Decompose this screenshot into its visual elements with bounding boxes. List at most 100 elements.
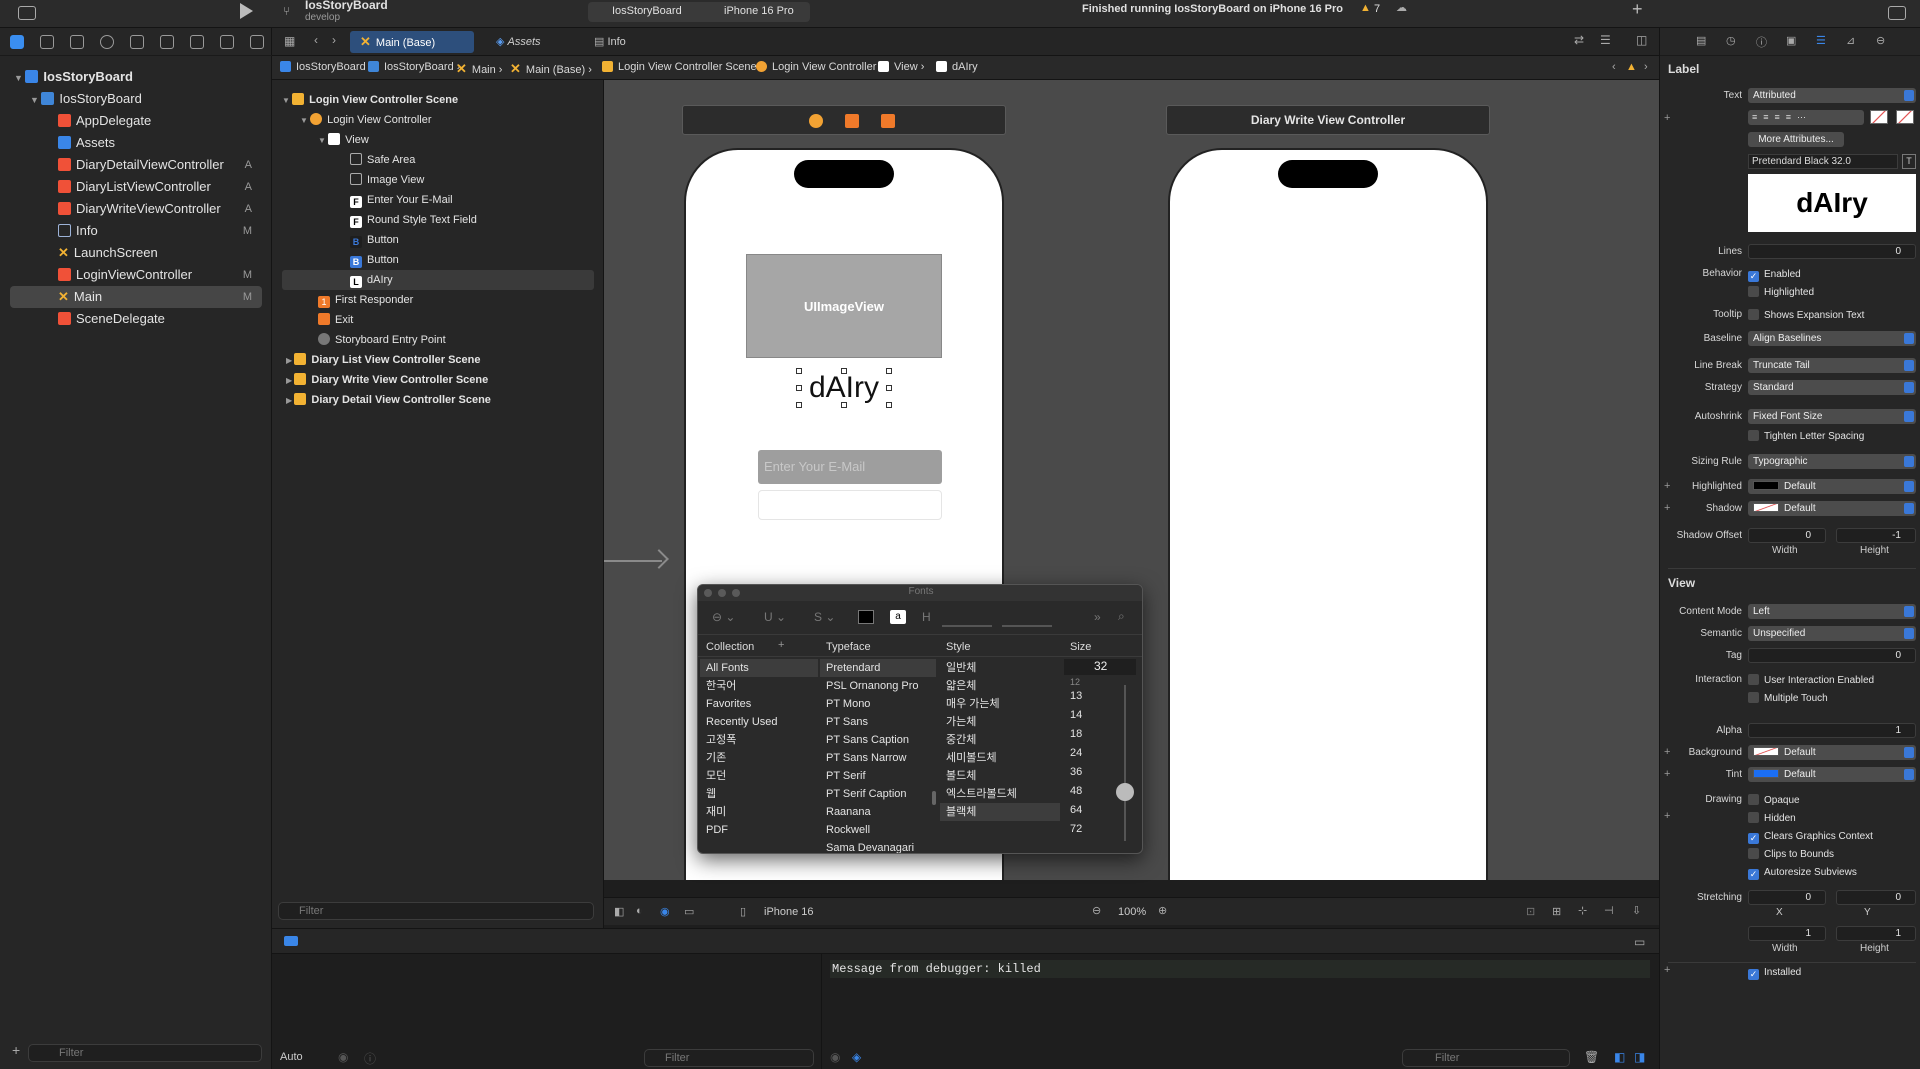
selection-handle[interactable] [886, 368, 892, 374]
outline-item-first-responder[interactable]: 1 First Responder [318, 290, 413, 310]
outline-item-safe-area[interactable]: Safe Area [350, 150, 415, 170]
highlight-color-well[interactable] [1896, 110, 1914, 124]
search-icon[interactable]: ⌕ [1118, 609, 1125, 624]
collection-item[interactable]: All Fonts [700, 659, 818, 677]
add-variation-icon[interactable]: + [1664, 112, 1670, 124]
font-panel[interactable]: Fonts ⊖ ⌄ U ⌄ S ⌄ a H » ⌕ Collection + T… [697, 584, 1143, 854]
tree-item-assets[interactable]: Assets [0, 132, 272, 154]
debug-icon[interactable] [190, 35, 204, 49]
email-text-field[interactable]: Enter Your E-Mail [758, 450, 942, 484]
opaque-checkbox[interactable]: Opaque [1748, 794, 1800, 807]
split-editor-icon[interactable]: ◫ [1636, 33, 1647, 47]
variables-filter-input[interactable]: Filter [644, 1049, 814, 1067]
scene-dock-write[interactable]: Diary Write View Controller [1166, 105, 1490, 135]
strikethrough-menu-icon[interactable]: S ⌄ [814, 610, 835, 624]
eye-icon[interactable]: ◉ [338, 1050, 348, 1064]
console-filter-input[interactable]: Filter [1402, 1049, 1570, 1067]
warning-icon[interactable]: ▲ [1360, 2, 1371, 14]
align-icon[interactable]: ⊹ [1578, 904, 1587, 917]
trash-icon[interactable]: 🗑 [1584, 1050, 1599, 1064]
tree-item-main[interactable]: ✕ Main M [10, 286, 262, 308]
baseline-popup[interactable]: Align Baselines [1748, 331, 1916, 346]
highlighted-color-popup[interactable]: Default [1748, 479, 1916, 494]
style-item[interactable]: 볼드체 [940, 767, 1060, 785]
device-icon[interactable]: ▯ [740, 905, 746, 918]
back-icon[interactable]: ‹ [314, 33, 318, 47]
test-icon[interactable] [160, 35, 174, 49]
split-left-icon[interactable]: ◧ [1614, 1050, 1625, 1064]
info-icon[interactable]: ⓘ [364, 1050, 376, 1067]
outline-item-button-1[interactable]: B Button [350, 230, 399, 250]
collection-item[interactable]: 재미 [700, 803, 818, 821]
style-item[interactable]: 중간체 [940, 731, 1060, 749]
connections-inspector-icon[interactable]: ⊖ [1876, 34, 1885, 47]
typeface-scrollbar[interactable] [932, 791, 936, 805]
outline-item-exit[interactable]: Exit [318, 310, 353, 330]
tree-item-project[interactable]: ▼ IosStoryBoard [0, 66, 272, 88]
tab-main-base[interactable]: ✕ Main (Base) [350, 31, 474, 53]
typeface-item[interactable]: PT Sans [820, 713, 936, 731]
typeface-item[interactable]: Rockwell [820, 821, 936, 839]
size-item[interactable]: 13 [1064, 687, 1100, 706]
stretch-height-field[interactable]: 1 [1836, 926, 1916, 941]
tab-assets[interactable]: ◈ Assets [486, 31, 572, 53]
underline-menu-icon[interactable]: U ⌄ [764, 610, 786, 624]
tree-item-scenedelegate[interactable]: SceneDelegate [0, 308, 272, 330]
pin-icon[interactable]: ⊣ [1604, 904, 1614, 917]
size-field[interactable]: 32 [1064, 659, 1136, 675]
add-variation-icon[interactable]: + [1664, 810, 1670, 822]
breadcrumb-scene[interactable]: Login View Controller Scene › [602, 61, 763, 73]
typeface-item[interactable]: Raanana [820, 803, 936, 821]
help-inspector-icon[interactable]: ⓘ [1756, 34, 1767, 50]
selection-handle[interactable] [886, 402, 892, 408]
hidden-checkbox[interactable]: Hidden [1748, 812, 1796, 825]
more-attributes-button[interactable]: More Attributes... [1748, 132, 1844, 147]
outline-item-entry-point[interactable]: Storyboard Entry Point [318, 330, 446, 350]
style-item[interactable]: 일반체 [940, 659, 1060, 677]
style-item[interactable]: 엑스트라볼드체 [940, 785, 1060, 803]
tree-item-appdelegate[interactable]: AppDelegate [0, 110, 272, 132]
typeface-item[interactable]: Sama Devanagari [820, 839, 936, 853]
shadow-color-popup[interactable]: Default [1748, 501, 1916, 516]
run-icon[interactable] [240, 3, 253, 19]
history-inspector-icon[interactable]: ◷ [1726, 34, 1736, 47]
exit-icon[interactable] [881, 114, 895, 128]
outline-item-email-field[interactable]: F Enter Your E-Mail [350, 190, 453, 210]
collection-item[interactable]: PDF [700, 821, 818, 839]
hide-debug-icon[interactable]: ▭ [1634, 935, 1645, 949]
typeface-item[interactable]: PT Serif Caption [820, 785, 936, 803]
sizing-rule-popup[interactable]: Typographic [1748, 454, 1916, 469]
size-item[interactable]: 48 [1064, 782, 1100, 801]
console-output-icon[interactable]: ◈ [852, 1050, 861, 1064]
outline-item-login-scene[interactable]: ▼ Login View Controller Scene [282, 90, 458, 110]
selection-handle[interactable] [841, 402, 847, 408]
zoom-in-icon[interactable]: ⊕ [1158, 904, 1167, 917]
collection-item[interactable]: Favorites [700, 695, 818, 713]
find-icon[interactable] [100, 35, 114, 49]
breadcrumb-label[interactable]: dAIry [936, 61, 978, 73]
debug-toggle-icon[interactable] [284, 936, 298, 946]
expand-icon[interactable]: » [1094, 610, 1101, 624]
update-frames-icon[interactable]: ⊡ [1526, 905, 1535, 918]
file-inspector-icon[interactable]: ▤ [1696, 34, 1706, 47]
typeface-item[interactable]: PT Serif [820, 767, 936, 785]
selection-handle[interactable] [796, 385, 802, 391]
strategy-popup[interactable]: Standard [1748, 380, 1916, 395]
console-output[interactable]: Message from debugger: killed ◉ ◈ Filter… [822, 954, 1659, 1069]
style-item[interactable]: 매우 가는체 [940, 695, 1060, 713]
tag-field[interactable]: 0 [1748, 648, 1916, 663]
collection-item[interactable]: 고정폭 [700, 731, 818, 749]
text-type-popup[interactable]: Attributed [1748, 88, 1916, 103]
autoshrink-popup[interactable]: Fixed Font Size [1748, 409, 1916, 424]
outline-item-view[interactable]: ▼ View [318, 130, 369, 150]
outline-toggle-icon[interactable]: ◧ [614, 905, 624, 918]
background-popup[interactable]: Default [1748, 745, 1916, 760]
outline-item-detail-scene[interactable]: ▶ Diary Detail View Controller Scene [286, 390, 491, 410]
highlighted-checkbox[interactable]: Highlighted [1748, 286, 1814, 299]
attributes-inspector-icon[interactable]: ☰ [1816, 34, 1826, 47]
outline-item-round-field[interactable]: F Round Style Text Field [350, 210, 477, 230]
resolve-icon[interactable]: ⇩ [1632, 904, 1641, 917]
stretch-x-field[interactable]: 0 [1748, 890, 1826, 905]
image-view[interactable]: UIImageView [746, 254, 942, 358]
breakpoint-icon[interactable] [220, 35, 234, 49]
